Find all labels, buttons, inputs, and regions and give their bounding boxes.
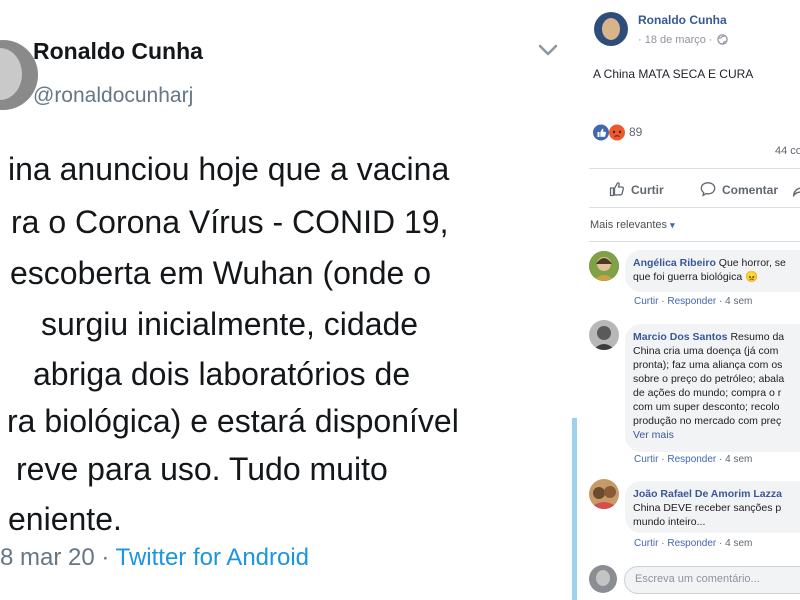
tweet-date[interactable]: 8 mar 20 ·: [0, 544, 116, 571]
comment-icon: [700, 182, 716, 197]
comment-text: Que horror, se: [715, 257, 786, 269]
like-label: Curtir: [631, 183, 664, 197]
facebook-post-panel: Ronaldo Cunha · 18 de março · A China MA…: [577, 0, 800, 600]
comment-text: China cria uma doença (já com: [633, 345, 779, 357]
comment-like-link[interactable]: Curtir: [634, 538, 658, 549]
divider: [589, 207, 800, 208]
tweet-text: ina anunciou hoje que a vacina ra o Coro…: [0, 0, 572, 560]
current-user-avatar[interactable]: [589, 565, 617, 593]
tweet-text-line: escoberta em Wuhan (onde o: [10, 255, 431, 291]
tweet-source-link[interactable]: Twitter for Android: [116, 544, 309, 571]
comment-reply-link[interactable]: Responder: [667, 454, 716, 465]
comments-count[interactable]: 44 co: [775, 145, 800, 157]
comment-bubble: Angélica Ribeiro Que horror, se que foi …: [625, 250, 800, 292]
comment-text: que foi guerra biológica 😠: [633, 271, 759, 283]
comment-like-link[interactable]: Curtir: [634, 454, 658, 465]
comment-text: pronta); faz uma aliança com os: [633, 359, 783, 371]
comment-avatar[interactable]: [589, 479, 619, 509]
like-reaction-icon: [593, 124, 609, 141]
angry-reaction-icon: [609, 124, 625, 141]
tweet-text-line: surgiu inicialmente, cidade: [41, 306, 419, 342]
comment-actions: Curtir · Responder · 4 sem: [634, 538, 753, 549]
comment-label: Comentar: [722, 183, 779, 197]
reactions-count[interactable]: 89: [629, 125, 642, 139]
globe-icon: [717, 34, 728, 45]
comment-text: sobre o preço do petróleo; abala: [633, 373, 785, 385]
comment-text: China DEVE receber sanções p: [633, 502, 782, 514]
post-text: A China MATA SECA E CURA: [593, 67, 754, 81]
share-icon[interactable]: [792, 182, 800, 198]
tweet-text-line: ina anunciou hoje que a vacina: [8, 151, 450, 187]
post-date[interactable]: · 18 de março ·: [638, 34, 713, 46]
divider: [589, 241, 800, 242]
post-author-avatar[interactable]: [594, 12, 628, 46]
comment-bubble: João Rafael De Amorim Lazza China DEVE r…: [625, 481, 800, 533]
comment-time[interactable]: 4 sem: [725, 296, 752, 307]
tweet-text-line: abriga dois laboratórios de: [33, 356, 411, 392]
reactions[interactable]: [593, 124, 627, 146]
comment-sort-label: Mais relevantes: [590, 219, 668, 231]
comment-like-link[interactable]: Curtir: [634, 296, 658, 307]
comment-avatar[interactable]: [589, 320, 619, 350]
comment-author[interactable]: Marcio Dos Santos: [633, 331, 728, 343]
comment-sort-dropdown[interactable]: Mais relevantes ▾: [590, 219, 675, 231]
tweet-meta: 8 mar 20 · Twitter for Android: [0, 544, 309, 572]
comment-text: de ações do mundo; compra o r: [633, 387, 782, 399]
comment-input[interactable]: Escreva um comentário...: [624, 566, 800, 594]
comment-actions: Curtir · Responder · 4 sem: [634, 296, 753, 307]
comment-author[interactable]: João Rafael De Amorim Lazza: [633, 488, 782, 500]
comment-avatar[interactable]: [589, 251, 619, 281]
comment-actions: Curtir · Responder · 4 sem: [634, 454, 753, 465]
tweet-text-line: ra biológica) e estará disponível: [7, 403, 459, 439]
comment-button[interactable]: Comentar: [700, 181, 778, 197]
comment-reply-link[interactable]: Responder: [667, 296, 716, 307]
comment-time[interactable]: 4 sem: [725, 538, 752, 549]
tweet-panel: Ronaldo Cunha @ronaldocunharj ina anunci…: [0, 0, 572, 600]
thumbs-up-icon: [609, 182, 624, 197]
comment-text: produção no mercado com preç: [633, 415, 782, 427]
comment-text: com um super desconto; recolo: [633, 401, 780, 413]
tweet-text-line: ra o Corona Vírus - CONID 19,: [11, 204, 449, 240]
chevron-down-icon: ▾: [670, 220, 675, 230]
like-button[interactable]: Curtir: [609, 181, 664, 197]
tweet-text-line: reve para uso. Tudo muito: [16, 451, 388, 487]
comment-author[interactable]: Angélica Ribeiro: [633, 257, 716, 269]
post-author-name[interactable]: Ronaldo Cunha: [638, 13, 727, 27]
comment-time[interactable]: 4 sem: [725, 454, 752, 465]
tweet-text-line: eniente.: [8, 501, 122, 537]
comment-reply-link[interactable]: Responder: [667, 538, 716, 549]
see-more-link[interactable]: Ver mais: [633, 429, 674, 441]
divider: [589, 168, 800, 169]
comment-text: Resumo da: [727, 331, 785, 343]
comment-bubble: Marcio Dos Santos Resumo da China cria u…: [625, 324, 800, 452]
comment-text: mundo inteiro...: [633, 516, 706, 528]
